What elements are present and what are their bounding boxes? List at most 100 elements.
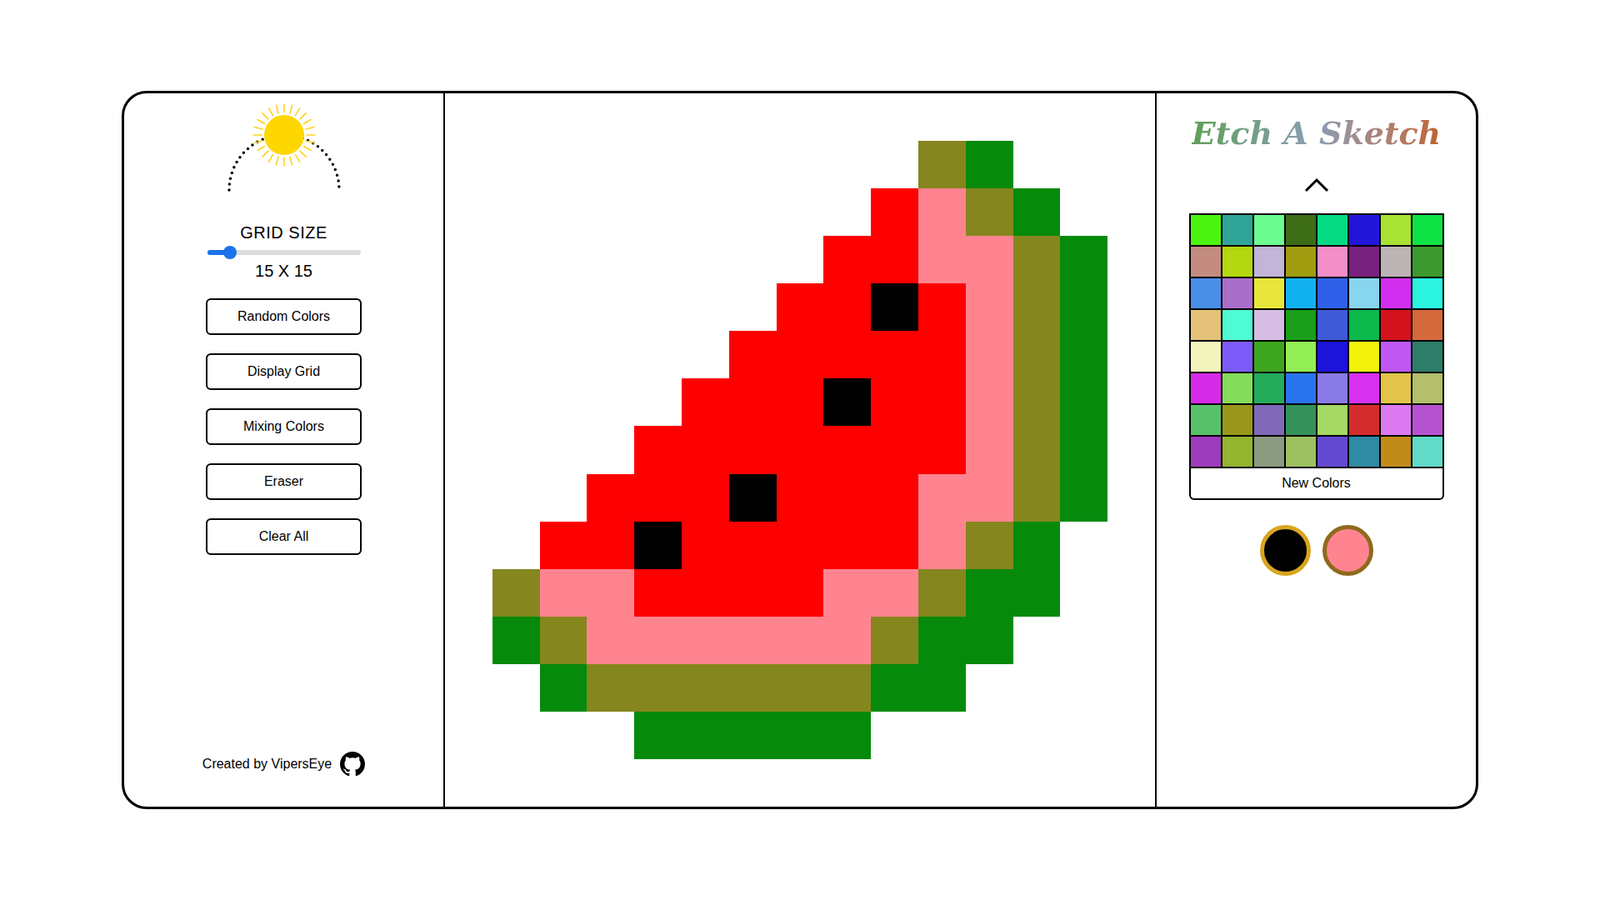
- canvas-cell[interactable]: [634, 188, 682, 236]
- canvas-cell[interactable]: [965, 330, 1014, 379]
- canvas-cell[interactable]: [634, 664, 682, 712]
- palette-swatch[interactable]: [1190, 246, 1221, 277]
- palette-swatch[interactable]: [1380, 405, 1411, 435]
- canvas-cell[interactable]: [918, 378, 966, 426]
- palette-swatch[interactable]: [1285, 373, 1316, 404]
- canvas-cell[interactable]: [1060, 93, 1108, 141]
- sun-icon[interactable]: [221, 101, 347, 194]
- palette-swatch[interactable]: [1190, 373, 1221, 404]
- canvas-cell[interactable]: [823, 616, 871, 665]
- canvas-cell[interactable]: [681, 188, 730, 236]
- canvas-cell[interactable]: [965, 711, 1014, 760]
- canvas-cell[interactable]: [1107, 759, 1155, 807]
- canvas-cell[interactable]: [776, 140, 825, 189]
- canvas-cell[interactable]: [1013, 664, 1061, 712]
- canvas-cell[interactable]: [445, 759, 493, 807]
- canvas-cell[interactable]: [823, 93, 871, 141]
- palette-swatch[interactable]: [1349, 436, 1380, 467]
- canvas-cell[interactable]: [965, 140, 1014, 189]
- tool-button[interactable]: Random Colors: [205, 298, 362, 335]
- canvas-cell[interactable]: [586, 378, 635, 426]
- palette-swatch[interactable]: [1317, 341, 1348, 372]
- chevron-up-icon[interactable]: [1303, 176, 1330, 194]
- palette-swatch[interactable]: [1349, 310, 1380, 340]
- canvas-cell[interactable]: [1060, 616, 1108, 665]
- canvas-cell[interactable]: [965, 235, 1014, 284]
- palette-swatch[interactable]: [1317, 215, 1348, 245]
- canvas-cell[interactable]: [634, 521, 682, 570]
- canvas-cell[interactable]: [586, 330, 635, 379]
- canvas-cell[interactable]: [1013, 521, 1061, 570]
- canvas-cell[interactable]: [1060, 521, 1108, 570]
- canvas-cell[interactable]: [776, 93, 825, 141]
- canvas-cell[interactable]: [776, 521, 825, 570]
- canvas-cell[interactable]: [492, 93, 540, 141]
- canvas-cell[interactable]: [1107, 235, 1155, 284]
- palette-swatch[interactable]: [1380, 278, 1411, 309]
- canvas-cell[interactable]: [634, 616, 682, 665]
- palette-swatch[interactable]: [1285, 278, 1316, 309]
- canvas-cell[interactable]: [1107, 330, 1155, 379]
- canvas-cell[interactable]: [870, 140, 919, 189]
- canvas-cell[interactable]: [445, 474, 493, 522]
- palette-swatch[interactable]: [1317, 310, 1348, 340]
- canvas-cell[interactable]: [965, 93, 1014, 141]
- canvas-cell[interactable]: [445, 425, 493, 474]
- canvas-cell[interactable]: [681, 378, 730, 426]
- canvas-cell[interactable]: [1060, 330, 1108, 379]
- canvas-cell[interactable]: [965, 474, 1014, 522]
- canvas-cell[interactable]: [1013, 616, 1061, 665]
- canvas-cell[interactable]: [540, 188, 588, 236]
- canvas-cell[interactable]: [823, 474, 871, 522]
- canvas-cell[interactable]: [776, 759, 825, 807]
- canvas-cell[interactable]: [965, 283, 1014, 331]
- canvas-cell[interactable]: [776, 283, 825, 331]
- canvas-cell[interactable]: [729, 140, 777, 189]
- canvas-cell[interactable]: [729, 664, 777, 712]
- theme-toggle[interactable]: [221, 101, 347, 194]
- palette-swatch[interactable]: [1412, 341, 1443, 372]
- canvas-cell[interactable]: [1060, 378, 1108, 426]
- canvas-cell[interactable]: [540, 93, 588, 141]
- canvas-cell[interactable]: [729, 330, 777, 379]
- canvas-cell[interactable]: [729, 188, 777, 236]
- palette-swatch[interactable]: [1190, 341, 1221, 372]
- canvas-cell[interactable]: [1107, 283, 1155, 331]
- palette-swatch[interactable]: [1380, 246, 1411, 277]
- canvas-cell[interactable]: [586, 283, 635, 331]
- palette-swatch[interactable]: [1222, 436, 1253, 467]
- canvas-cell[interactable]: [540, 474, 588, 522]
- palette-swatch[interactable]: [1317, 278, 1348, 309]
- canvas-cell[interactable]: [492, 188, 540, 236]
- canvas-cell[interactable]: [870, 569, 919, 617]
- canvas-cell[interactable]: [965, 378, 1014, 426]
- palette-swatch[interactable]: [1190, 278, 1221, 309]
- canvas-cell[interactable]: [729, 521, 777, 570]
- canvas-cell[interactable]: [445, 330, 493, 379]
- canvas-cell[interactable]: [776, 425, 825, 474]
- canvas-cell[interactable]: [634, 378, 682, 426]
- canvas-cell[interactable]: [1107, 425, 1155, 474]
- canvas-cell[interactable]: [586, 474, 635, 522]
- canvas-cell[interactable]: [965, 759, 1014, 807]
- palette-swatch[interactable]: [1222, 215, 1253, 245]
- palette-swatch[interactable]: [1222, 278, 1253, 309]
- canvas-cell[interactable]: [540, 664, 588, 712]
- canvas-cell[interactable]: [870, 330, 919, 379]
- canvas-cell[interactable]: [776, 664, 825, 712]
- canvas-cell[interactable]: [681, 474, 730, 522]
- current-color[interactable]: [1260, 525, 1311, 576]
- tool-button[interactable]: Clear All: [205, 518, 362, 555]
- palette-swatch[interactable]: [1349, 278, 1380, 309]
- palette-swatch[interactable]: [1222, 373, 1253, 404]
- palette-swatch[interactable]: [1222, 341, 1253, 372]
- canvas-cell[interactable]: [540, 235, 588, 284]
- canvas-cell[interactable]: [681, 759, 730, 807]
- canvas-cell[interactable]: [540, 378, 588, 426]
- canvas-cell[interactable]: [492, 235, 540, 284]
- palette-swatch[interactable]: [1254, 436, 1285, 467]
- canvas-cell[interactable]: [445, 711, 493, 760]
- canvas-cell[interactable]: [870, 93, 919, 141]
- canvas-cell[interactable]: [586, 425, 635, 474]
- canvas-cell[interactable]: [823, 711, 871, 760]
